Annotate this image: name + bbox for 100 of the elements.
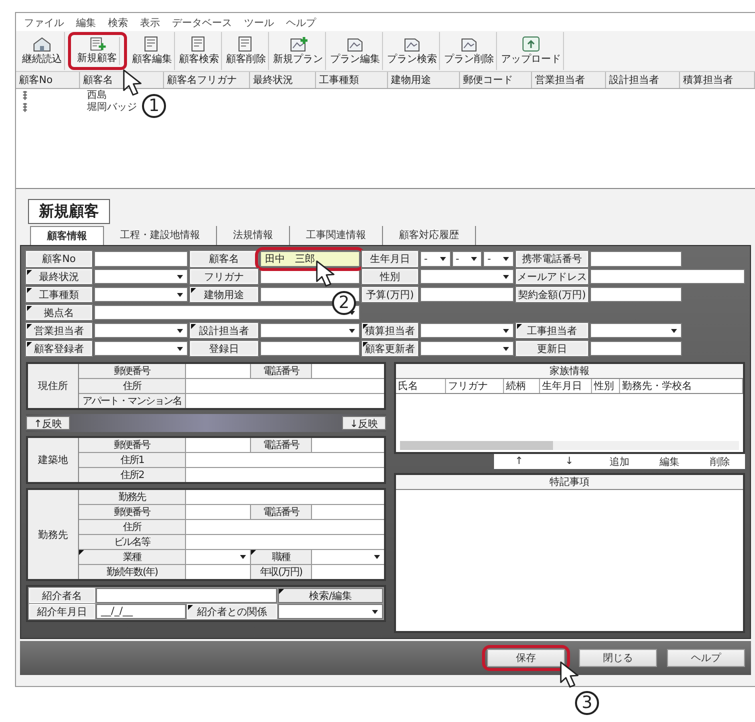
upload-icon: [521, 36, 541, 52]
text-field[interactable]: [186, 520, 384, 534]
dropdown[interactable]: [590, 323, 682, 338]
text-field[interactable]: [260, 341, 360, 356]
text-field[interactable]: [186, 468, 384, 482]
toolbar-button[interactable]: 顧客削除: [224, 32, 269, 70]
menu-item[interactable]: 表示: [140, 16, 160, 28]
toolbar-button[interactable]: 継続読込: [20, 32, 65, 70]
text-field[interactable]: [312, 505, 384, 519]
dropdown[interactable]: -: [420, 251, 451, 267]
text-field[interactable]: [312, 364, 384, 378]
search-edit-button[interactable]: 検索/編集: [278, 588, 383, 603]
column-header[interactable]: 最終状況: [250, 72, 316, 88]
menu-item[interactable]: ファイル: [24, 16, 64, 28]
caret-icon: [371, 608, 379, 614]
dropdown[interactable]: -: [483, 251, 514, 267]
field-label: 職種: [251, 550, 311, 564]
field-label: 電話番号: [251, 438, 311, 452]
reflect-button[interactable]: ↑反映: [26, 416, 70, 430]
field-label: 住所: [79, 520, 185, 534]
field-label: 生年月日: [362, 251, 418, 267]
text-field[interactable]: [312, 565, 384, 579]
column-header[interactable]: 設計担当者: [606, 72, 680, 88]
text-field[interactable]: [186, 565, 250, 579]
dropdown[interactable]: [94, 341, 188, 356]
column-header[interactable]: 勤務先・学校名: [620, 379, 743, 393]
caret-icon: [670, 328, 678, 334]
column-header[interactable]: フリガナ: [446, 379, 504, 393]
text-field[interactable]: [94, 251, 188, 267]
text-field[interactable]: [186, 505, 250, 519]
text-field[interactable]: [186, 379, 384, 393]
footer-button[interactable]: 保存: [487, 649, 565, 667]
toolbar-button[interactable]: アップロード: [499, 32, 564, 70]
toolbar-button[interactable]: プラン削除: [442, 32, 497, 70]
text-field[interactable]: [186, 394, 384, 408]
dropdown[interactable]: [260, 323, 360, 338]
toolbar-button[interactable]: 顧客検索: [177, 32, 222, 70]
dropdown[interactable]: [94, 269, 188, 284]
column-header[interactable]: 氏名: [396, 379, 446, 393]
column-header[interactable]: 工事種類: [316, 72, 388, 88]
field-label: 紹介者名: [29, 588, 95, 603]
text-field[interactable]: [590, 269, 745, 284]
footer-button[interactable]: 閉じる: [579, 649, 657, 667]
text-field[interactable]: [590, 341, 682, 356]
column-header[interactable]: 性別: [592, 379, 620, 393]
text-field[interactable]: [186, 535, 384, 549]
caret-icon: [502, 346, 510, 352]
toolbar-button[interactable]: プラン検索: [385, 32, 440, 70]
column-header[interactable]: 積算担当者: [680, 72, 755, 88]
field-label: 住所2: [79, 468, 185, 482]
column-header[interactable]: 顧客名: [80, 72, 164, 88]
text-field[interactable]: [186, 490, 384, 504]
column-header[interactable]: 営業担当者: [532, 72, 606, 88]
toolbar-button[interactable]: 新規プラン: [271, 32, 326, 70]
text-field[interactable]: [590, 287, 682, 302]
field-label: 顧客No: [26, 251, 92, 267]
text-field[interactable]: [186, 453, 384, 467]
dropdown[interactable]: [278, 604, 383, 619]
menu-item[interactable]: データベース: [172, 16, 232, 28]
field-label: 業種: [79, 550, 185, 564]
text-field[interactable]: __/_/__: [96, 604, 186, 619]
dropdown[interactable]: [420, 341, 514, 356]
text-field[interactable]: [96, 588, 277, 603]
dropdown[interactable]: [94, 323, 188, 338]
column-header[interactable]: 生年月日: [540, 379, 592, 393]
menu-item[interactable]: ツール: [244, 16, 274, 28]
toolbar-button[interactable]: 新規顧客: [75, 37, 120, 65]
column-header[interactable]: 顧客No: [16, 72, 80, 88]
footer-button[interactable]: ヘルプ: [667, 649, 745, 667]
field-label: 紹介年月日: [29, 604, 95, 619]
menu-item[interactable]: ヘルプ: [286, 16, 316, 28]
text-field[interactable]: [186, 364, 250, 378]
text-field[interactable]: [312, 438, 384, 452]
field-label: 設計担当者: [190, 323, 258, 338]
column-header[interactable]: 続柄: [504, 379, 540, 393]
toolbar-button[interactable]: プラン編集: [328, 32, 383, 70]
dropdown[interactable]: [420, 269, 514, 284]
caret-icon: [176, 328, 184, 334]
dropdown[interactable]: [420, 323, 514, 338]
toolbar-button[interactable]: 顧客編集: [130, 32, 175, 70]
caret-icon: [176, 292, 184, 298]
text-field[interactable]: [186, 438, 250, 452]
text-field[interactable]: 田中 三郎: [260, 251, 360, 267]
column-header[interactable]: 郵便コード: [460, 72, 532, 88]
dropdown[interactable]: -: [452, 251, 482, 267]
caret-icon: [373, 554, 381, 560]
field-label: 顧客登録者: [26, 341, 92, 356]
column-header[interactable]: 建物用途: [388, 72, 460, 88]
dropdown[interactable]: [94, 287, 188, 302]
field-label: 積算担当者: [362, 323, 418, 338]
tab[interactable]: 顧客情報: [30, 226, 104, 245]
text-field[interactable]: [590, 251, 682, 267]
text-field[interactable]: [420, 287, 514, 302]
field-label: 携帯電話番号: [516, 251, 588, 267]
column-header[interactable]: 顧客名フリガナ: [164, 72, 250, 88]
step-number: 3: [575, 691, 599, 715]
reflect-button[interactable]: ↓反映: [342, 416, 386, 430]
scroll-bar[interactable]: [400, 441, 739, 450]
menu-item[interactable]: 編集: [76, 16, 96, 28]
menu-item[interactable]: 検索: [108, 16, 128, 28]
